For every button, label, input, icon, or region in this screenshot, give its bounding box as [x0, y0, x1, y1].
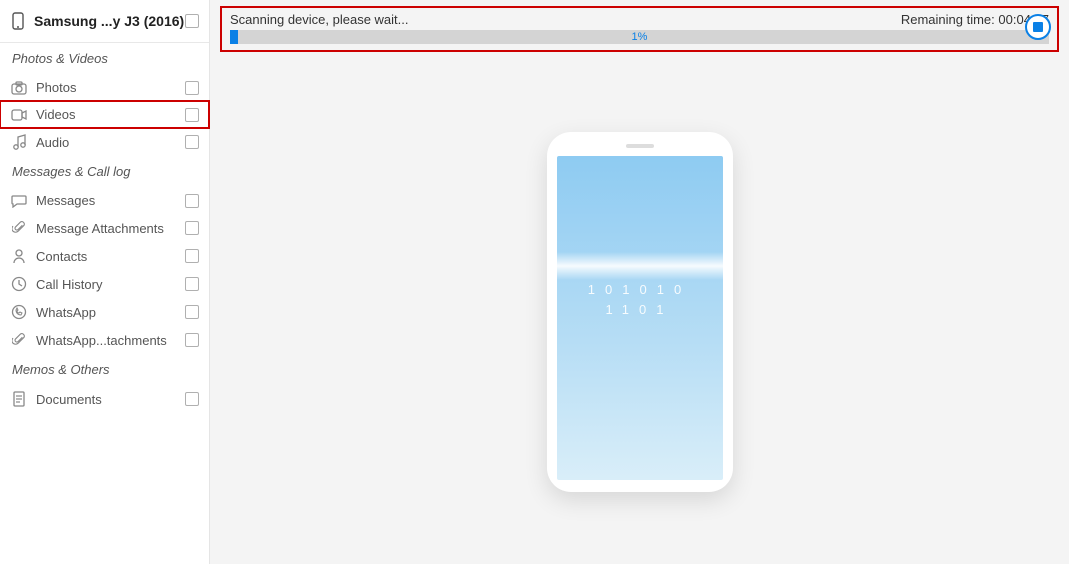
attachment-icon [10, 220, 28, 236]
sidebar-item-checkbox[interactable] [185, 392, 199, 406]
audio-icon [10, 134, 28, 150]
contacts-icon [10, 248, 28, 264]
sidebar-item-audio[interactable]: Audio [0, 128, 209, 156]
device-header: Samsung ...y J3 (2016) [0, 0, 209, 43]
sidebar-item-checkbox[interactable] [185, 277, 199, 291]
sidebar-item-label: Photos [36, 80, 185, 95]
progress-fill [230, 30, 238, 44]
sidebar: Samsung ...y J3 (2016) Photos & Videos Ph… [0, 0, 210, 564]
scan-line-effect [557, 252, 723, 280]
sidebar-item-label: Call History [36, 277, 185, 292]
sidebar-item-label: WhatsApp...tachments [36, 333, 185, 348]
sidebar-item-contacts[interactable]: Contacts [0, 242, 209, 270]
scan-status-text: Scanning device, please wait... [230, 12, 409, 27]
sidebar-item-checkbox[interactable] [185, 249, 199, 263]
device-name: Samsung ...y J3 (2016) [34, 13, 185, 29]
sidebar-item-checkbox[interactable] [185, 108, 199, 122]
sidebar-item-checkbox[interactable] [185, 135, 199, 149]
scan-progress-panel: Scanning device, please wait... Remainin… [222, 8, 1057, 50]
document-icon [10, 391, 28, 407]
sidebar-item-label: WhatsApp [36, 305, 185, 320]
camera-icon [10, 81, 28, 95]
phone-mockup: 101010 1101 [547, 132, 733, 492]
sidebar-item-label: Documents [36, 392, 185, 407]
sidebar-item-label: Contacts [36, 249, 185, 264]
sidebar-item-checkbox[interactable] [185, 81, 199, 95]
stop-button[interactable] [1025, 14, 1051, 40]
stop-icon [1033, 22, 1043, 32]
section-header: Photos & Videos [0, 43, 209, 74]
section-header: Messages & Call log [0, 156, 209, 187]
sidebar-item-label: Message Attachments [36, 221, 185, 236]
sidebar-item-call-history[interactable]: Call History [0, 270, 209, 298]
phone-icon [10, 12, 26, 30]
sidebar-item-messages[interactable]: Messages [0, 187, 209, 214]
sidebar-item-whatsapp-tachments[interactable]: WhatsApp...tachments [0, 326, 209, 354]
sidebar-item-label: Videos [36, 107, 185, 122]
sidebar-item-message-attachments[interactable]: Message Attachments [0, 214, 209, 242]
phone-screen: 101010 1101 [557, 156, 723, 480]
video-icon [10, 109, 28, 121]
phone-preview-area: 101010 1101 [210, 60, 1069, 564]
device-checkbox[interactable] [185, 14, 199, 28]
sidebar-item-checkbox[interactable] [185, 194, 199, 208]
message-icon [10, 194, 28, 208]
sidebar-item-videos[interactable]: Videos [0, 101, 209, 128]
sidebar-item-whatsapp[interactable]: WhatsApp [0, 298, 209, 326]
phone-speaker [626, 144, 654, 148]
attachment-icon [10, 332, 28, 348]
section-header: Memos & Others [0, 354, 209, 385]
progress-percent: 1% [632, 30, 648, 44]
callhistory-icon [10, 276, 28, 292]
progress-bar: 1% [230, 30, 1049, 44]
sidebar-item-documents[interactable]: Documents [0, 385, 209, 413]
binary-digits: 101010 1101 [557, 280, 723, 320]
sidebar-item-photos[interactable]: Photos [0, 74, 209, 101]
sidebar-item-checkbox[interactable] [185, 305, 199, 319]
sidebar-item-checkbox[interactable] [185, 333, 199, 347]
sidebar-item-label: Messages [36, 193, 185, 208]
sidebar-item-checkbox[interactable] [185, 221, 199, 235]
main-area: Scanning device, please wait... Remainin… [210, 0, 1069, 564]
sidebar-item-label: Audio [36, 135, 185, 150]
whatsapp-icon [10, 304, 28, 320]
